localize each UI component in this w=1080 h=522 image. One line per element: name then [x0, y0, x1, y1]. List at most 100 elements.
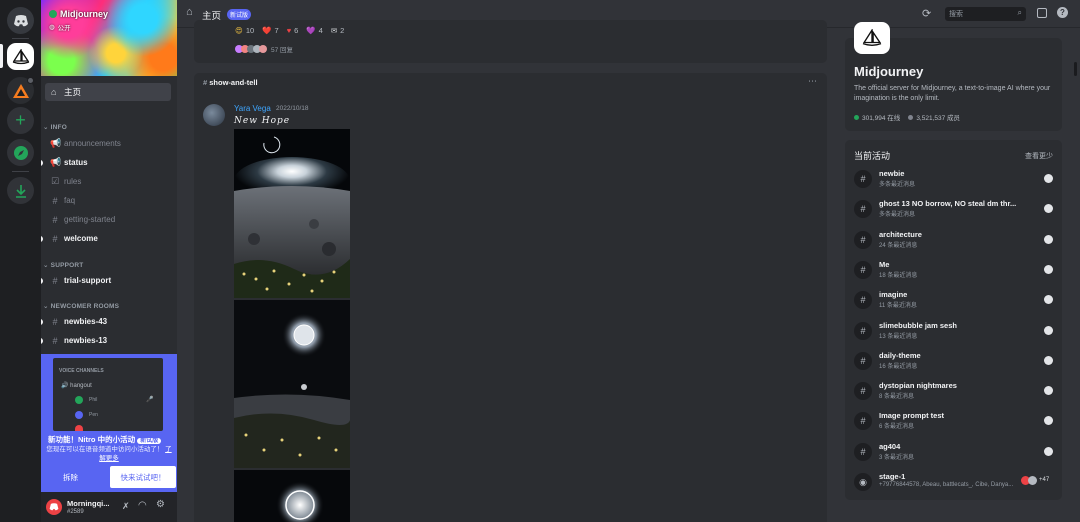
author-name[interactable]: Yara Vega — [234, 104, 271, 113]
help-icon[interactable]: ? — [1057, 7, 1068, 18]
category-support[interactable]: ⌄ SUPPORT — [43, 261, 83, 269]
online-count: 301,994 在线 3,521,537 成员 — [854, 112, 960, 122]
home-icon: ⌂ — [186, 6, 193, 18]
avatar[interactable] — [46, 499, 62, 515]
activity-subtitle: 多条最近消息 — [879, 182, 916, 188]
hash-icon: # — [52, 335, 58, 346]
reaction-chip[interactable]: 😍 10 — [235, 26, 254, 35]
online-dot-icon — [854, 114, 859, 120]
server-midjourney-icon[interactable] — [7, 43, 34, 70]
post-image[interactable] — [234, 129, 350, 298]
extra-participants: +47 — [1039, 477, 1050, 483]
previous-post-card: 😍 10 ❤️ 7 ♥ 6 💜 4 ✉ 2 57 回复 — [194, 20, 827, 63]
discord-home-icon[interactable] — [7, 7, 34, 34]
hash-icon: # — [854, 291, 872, 310]
participant-avatar — [1044, 325, 1053, 335]
channel-trial-support[interactable]: # trial-support — [41, 272, 177, 289]
refresh-icon[interactable]: ⟳ — [922, 7, 931, 20]
home-channel[interactable]: ⌂ 主页 — [45, 83, 171, 101]
hash-icon: # — [52, 316, 58, 327]
reaction-emoji-icon: ❤️ — [262, 26, 272, 35]
mute-mic-icon[interactable]: ✗ — [122, 501, 130, 512]
participant-avatar — [1044, 264, 1053, 274]
rail-divider — [12, 171, 29, 172]
add-server-icon[interactable]: + — [7, 107, 34, 134]
channel-rules[interactable]: ☑ rules — [41, 173, 177, 190]
home-icon: ⌂ — [51, 87, 57, 97]
channel-announcements[interactable]: 📢 announcements — [41, 135, 177, 152]
activity-card: 当前活动 查看更少 # newbie 多条最近消息 # ghost 13 NO borr… — [845, 140, 1062, 500]
activity-item[interactable]: # newbie 多条最近消息 — [854, 167, 1054, 195]
activity-item[interactable]: # imagine 11 条最近消息 — [854, 288, 1054, 316]
preview-avatar — [75, 425, 83, 431]
channel-status[interactable]: 📢 status — [41, 154, 177, 171]
post-channel[interactable]: # show-and-tell — [203, 78, 258, 87]
reaction-count: 7 — [274, 26, 279, 35]
activity-item[interactable]: # ag404 3 条最近消息 — [854, 440, 1054, 468]
channel-label: getting-started — [64, 215, 116, 224]
explore-compass-icon[interactable] — [7, 139, 34, 166]
dismiss-button[interactable]: 拆除 — [63, 472, 78, 483]
activity-item[interactable]: # slimebubble jam sesh 13 条最近消息 — [854, 319, 1054, 347]
hash-icon: # — [854, 230, 872, 249]
activity-item[interactable]: # Me 18 条最近消息 — [854, 258, 1054, 286]
activity-name: Image prompt test — [879, 411, 945, 421]
activity-subtitle: +79776844578, Abeau, battlecats_, Cibe, … — [879, 482, 1014, 488]
channel-label: status — [64, 158, 88, 167]
reaction-chip[interactable]: ♥ 6 — [287, 26, 299, 35]
participant-avatar — [1044, 386, 1053, 396]
post-image[interactable] — [234, 300, 350, 468]
channel-label: faq — [64, 196, 76, 205]
visibility-label: 公开 — [57, 25, 71, 32]
activity-name: Me — [879, 259, 890, 269]
server-name: Midjourney — [60, 9, 109, 19]
globe-icon: ◍ — [49, 24, 55, 31]
channel-label: newbies-13 — [64, 336, 108, 345]
category-info[interactable]: ⌄ INFO — [43, 123, 67, 131]
promo-title: 新功能！Nitro 中的小活动 新试版 — [48, 434, 162, 445]
author-avatar[interactable] — [203, 104, 225, 126]
stage-icon: ◉ — [854, 473, 872, 491]
scrollbar-thumb[interactable] — [1074, 62, 1077, 76]
reaction-emoji-icon: 😍 — [235, 26, 243, 35]
promo-preview: VOICE CHANNELS 🔊 hangout Phil Pen 🎤 — [53, 358, 163, 431]
try-now-button[interactable]: 快来试试吧！ — [110, 466, 176, 488]
reaction-row: 😍 10 ❤️ 7 ♥ 6 💜 4 ✉ 2 — [235, 26, 344, 35]
search-input[interactable]: 搜索 ⌕ — [945, 7, 1026, 21]
channel-newbies-13[interactable]: # newbies-13 — [41, 332, 177, 349]
activity-item[interactable]: ◉ stage-1 +79776844578, Abeau, battlecats_… — [854, 470, 1054, 498]
reaction-chip[interactable]: ✉ 2 — [331, 26, 344, 35]
channel-label: rules — [64, 177, 82, 186]
hash-icon: # — [854, 382, 872, 401]
reaction-chip[interactable]: ❤️ 7 — [262, 26, 279, 35]
channel-newbies-43[interactable]: # newbies-43 — [41, 313, 177, 330]
channel-welcome[interactable]: # welcome — [41, 230, 177, 247]
activity-subtitle: 16 条最近消息 — [879, 363, 918, 370]
reaction-chip[interactable]: 💜 4 — [306, 26, 323, 35]
activity-item[interactable]: # dystopian nightmares 8 条最近消息 — [854, 379, 1054, 407]
post-card: # show-and-tell ⋯ Yara Vega 2022/10/18 N… — [194, 73, 827, 522]
activity-item[interactable]: # ghost 13 NO borrow, NO steal dm thr... 多… — [854, 197, 1054, 225]
server-header[interactable]: Midjourney — [49, 9, 108, 19]
channel-getting-started[interactable]: # getting-started — [41, 211, 177, 228]
settings-gear-icon[interactable]: ⚙ — [156, 499, 165, 510]
reply-avatars[interactable]: 57 回复 — [235, 44, 293, 54]
see-less-link[interactable]: 查看更少 — [1025, 151, 1053, 161]
server-about-card: Midjourney The official server for Midjo… — [845, 22, 1062, 131]
participant-avatar — [1044, 174, 1053, 183]
activity-item[interactable]: # architecture 24 条最近消息 — [854, 228, 1054, 256]
reaction-emoji-icon: ♥ — [286, 26, 292, 35]
activity-item[interactable]: # daily-theme 16 条最近消息 — [854, 349, 1054, 377]
participant-avatar — [1044, 295, 1053, 305]
activity-subtitle: 24 条最近消息 — [879, 242, 918, 249]
download-icon[interactable] — [7, 177, 34, 204]
more-options-icon[interactable]: ⋯ — [808, 76, 817, 87]
category-newcomer-rooms[interactable]: ⌄ NEWCOMER ROOMS — [43, 302, 119, 310]
activity-name: stage-1 — [879, 472, 906, 481]
inbox-icon[interactable] — [1037, 8, 1047, 18]
activity-subtitle: 13 条最近消息 — [879, 333, 918, 340]
activity-item[interactable]: # Image prompt test 6 条最近消息 — [854, 409, 1054, 437]
channel-faq[interactable]: # faq — [41, 192, 177, 209]
headphones-icon[interactable]: ◠ — [138, 500, 147, 511]
post-image[interactable] — [234, 470, 350, 522]
